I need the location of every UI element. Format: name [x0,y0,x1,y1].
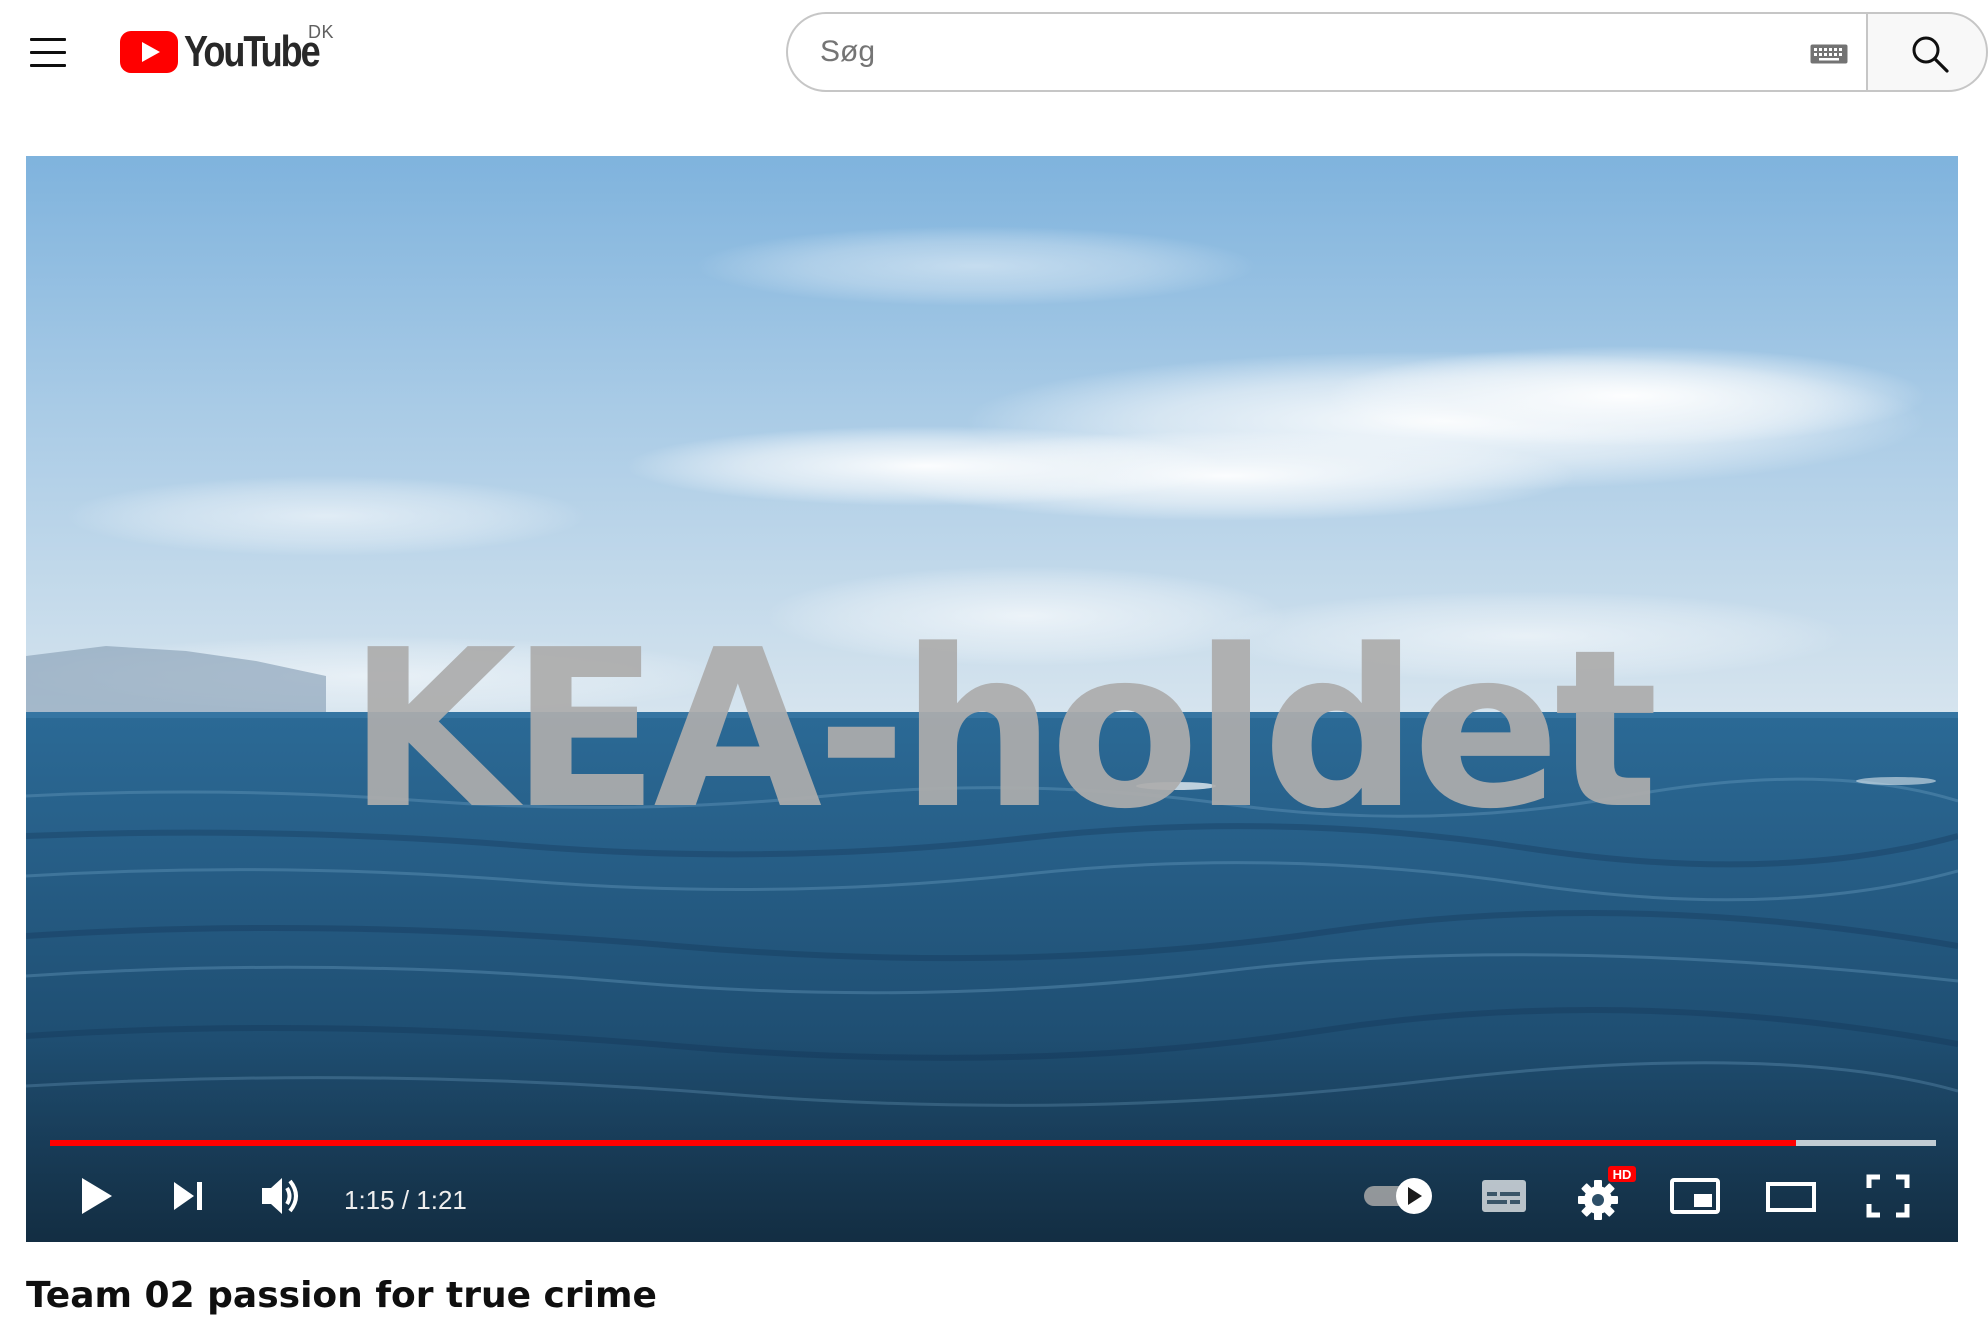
fullscreen-button[interactable] [1864,1172,1912,1220]
miniplayer-button[interactable] [1668,1172,1722,1220]
volume-icon [262,1178,298,1214]
guide-menu-button[interactable] [22,28,78,76]
gear-icon [1578,1180,1618,1220]
settings-button[interactable]: HD [1576,1164,1642,1224]
youtube-play-logo-icon [120,31,178,73]
played-bar [50,1140,1797,1146]
keyboard-icon[interactable] [1810,44,1848,64]
duration: 1:21 [416,1185,467,1215]
search-button[interactable] [1866,12,1988,92]
masthead: YouTube DK [0,0,1988,110]
autoplay-toggle[interactable] [1362,1172,1438,1220]
youtube-logo[interactable]: YouTube DK [120,22,350,82]
video-overlay-title: KEA-holdet [347,604,1659,857]
search-box [786,12,1866,92]
video-title: Team 02 passion for true crime [26,1275,657,1316]
time-separator: / [394,1185,417,1215]
theater-mode-button[interactable] [1764,1172,1818,1220]
country-code: DK [308,22,335,42]
next-button[interactable] [166,1172,210,1220]
time-display: 1:15 / 1:21 [344,1180,467,1220]
logo-wordmark: YouTube [184,27,321,76]
search-icon [1912,36,1949,73]
progress-bar[interactable] [50,1140,1936,1146]
current-time: 1:15 [344,1185,395,1215]
search-input[interactable] [818,28,1778,76]
skip-next-icon [174,1182,202,1210]
video-player[interactable]: KEA-holdet 1:15 / 1:21 HD [26,156,1958,1242]
subtitles-icon [1482,1180,1526,1212]
subtitles-button[interactable] [1478,1172,1530,1220]
play-button[interactable] [74,1172,118,1220]
quality-badge: HD [1613,1167,1632,1182]
play-icon [82,1178,112,1214]
fullscreen-icon [1866,1174,1910,1218]
autoplay-toggle-icon [1364,1178,1432,1214]
mute-button[interactable] [258,1170,306,1222]
miniplayer-icon [1670,1178,1720,1214]
hamburger-menu-icon [30,37,66,41]
theater-mode-icon [1766,1182,1816,1212]
